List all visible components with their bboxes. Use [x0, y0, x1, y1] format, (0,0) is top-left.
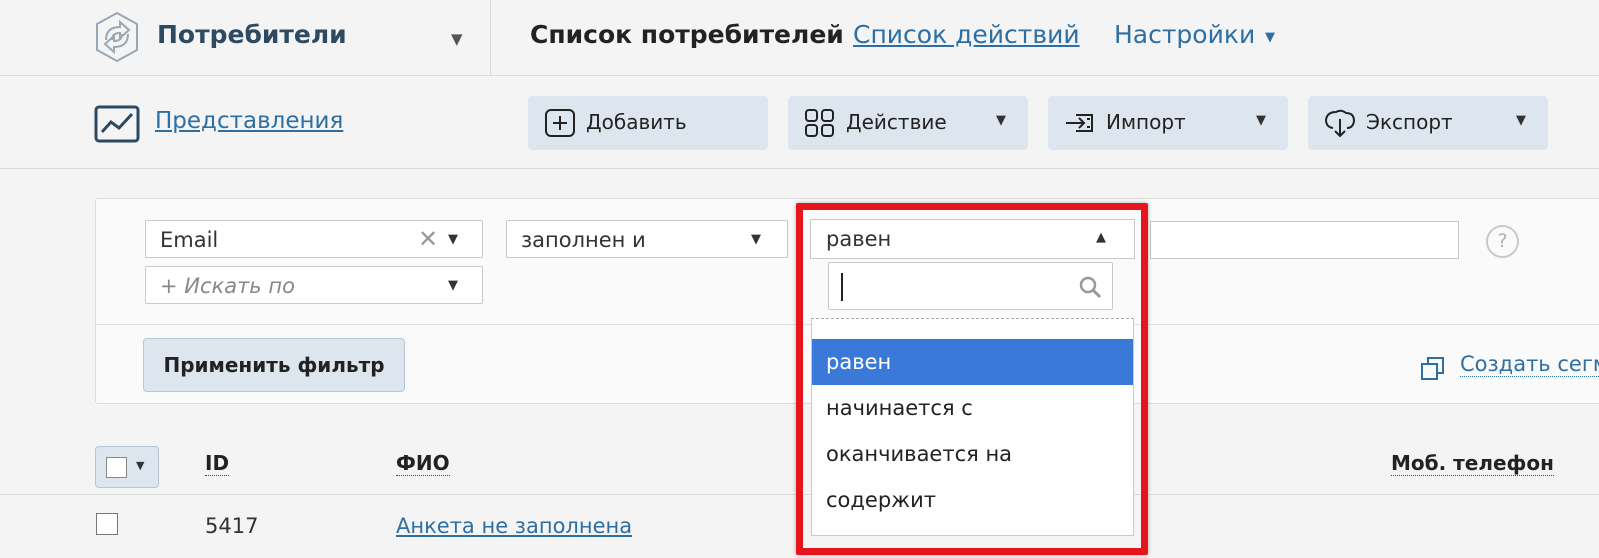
nav-divider: [490, 0, 491, 76]
column-header-name[interactable]: ФИО: [396, 451, 450, 476]
apply-filter-button[interactable]: Применить фильтр: [143, 338, 405, 392]
row-id: 5417: [205, 514, 259, 538]
add-button-label: Добавить: [586, 110, 687, 134]
import-caret-icon: ▼: [1256, 113, 1266, 128]
field-caret-icon: ▼: [448, 232, 458, 247]
select-all-caret-icon: ▼: [136, 459, 145, 472]
condition-caret-icon: ▼: [751, 232, 761, 247]
nav-item-settings[interactable]: Настройки: [1114, 20, 1255, 49]
create-segment-link[interactable]: Создать сегм: [1460, 352, 1599, 377]
operator-select-value: равен: [826, 227, 892, 251]
operator-option[interactable]: начинается с: [812, 385, 1133, 431]
help-icon[interactable]: ?: [1486, 225, 1519, 258]
plus-square-icon: [545, 109, 575, 137]
operator-caret-up-icon: ▲: [1096, 230, 1106, 245]
app-switch-caret-icon[interactable]: ▼: [451, 30, 463, 48]
operator-option[interactable]: равен: [812, 339, 1133, 385]
settings-caret-icon[interactable]: ▼: [1265, 30, 1275, 45]
nav-item-actions-list[interactable]: Список действий: [853, 20, 1080, 49]
import-button-label: Импорт: [1106, 110, 1186, 134]
field-select-value: Email: [160, 228, 219, 252]
action-caret-icon: ▼: [996, 113, 1006, 128]
text-cursor: [841, 273, 843, 301]
search-by-placeholder: + Искать по: [160, 274, 295, 298]
app-logo-icon: [96, 11, 138, 63]
operator-option[interactable]: оканчивается на: [812, 431, 1133, 477]
condition-select[interactable]: заполнен и ▼: [506, 220, 788, 258]
action-button[interactable]: Действие ▼: [788, 96, 1028, 150]
row-checkbox[interactable]: [96, 513, 118, 535]
column-header-id[interactable]: ID: [205, 451, 230, 476]
import-button[interactable]: Импорт ▼: [1048, 96, 1288, 150]
filter-value-input[interactable]: [1150, 221, 1459, 259]
views-link[interactable]: Представления: [155, 108, 343, 134]
export-caret-icon: ▼: [1516, 113, 1526, 128]
clear-icon[interactable]: ✕: [418, 225, 438, 253]
operator-options-list: равен начинается с оканчивается на содер…: [811, 318, 1134, 536]
condition-select-value: заполнен и: [521, 228, 646, 252]
select-all-dropdown[interactable]: ▼: [95, 446, 159, 488]
action-button-label: Действие: [846, 110, 947, 134]
column-header-mobile[interactable]: Моб. телефон: [1391, 451, 1554, 476]
search-by-select[interactable]: + Искать по ▼: [145, 266, 483, 304]
export-button[interactable]: Экспорт ▼: [1308, 96, 1548, 150]
export-icon: [1324, 109, 1356, 138]
import-icon: [1066, 114, 1093, 132]
search-by-caret-icon: ▼: [448, 278, 458, 293]
select-all-checkbox[interactable]: [106, 457, 127, 478]
nav-item-consumers-list[interactable]: Список потребителей: [530, 20, 844, 49]
add-button[interactable]: Добавить: [528, 96, 768, 150]
search-icon: [1079, 276, 1102, 299]
row-name-link[interactable]: Анкета не заполнена: [396, 514, 632, 538]
field-select[interactable]: Email ✕ ▼: [145, 220, 483, 258]
operator-select[interactable]: равен ▲: [810, 219, 1135, 259]
export-button-label: Экспорт: [1366, 110, 1453, 134]
operator-search-input[interactable]: [828, 262, 1113, 310]
grid-icon: [805, 109, 834, 137]
app-title[interactable]: Потребители: [157, 20, 347, 49]
views-chart-icon[interactable]: [94, 104, 140, 144]
operator-option[interactable]: содержит: [812, 477, 1133, 523]
copy-segment-icon[interactable]: [1420, 355, 1446, 381]
